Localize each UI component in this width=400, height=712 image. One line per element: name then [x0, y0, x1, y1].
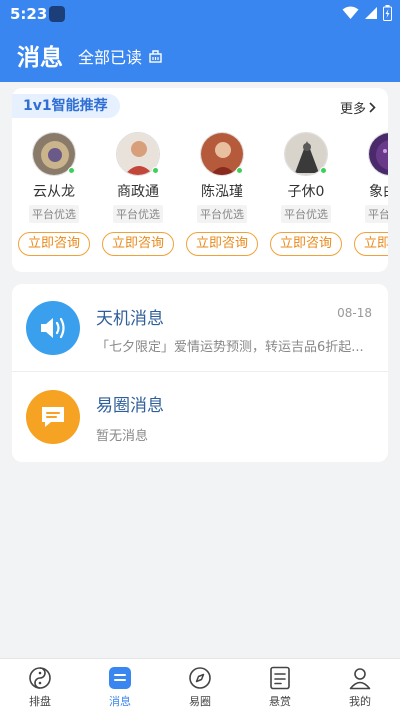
page-title: 消息 [17, 45, 63, 71]
consult-button[interactable]: 立即咨询 [18, 232, 90, 256]
expert-name: 商政通 [117, 184, 159, 200]
more-link[interactable]: 更多 [340, 98, 376, 117]
chevron-right-icon [369, 102, 376, 113]
message-list: 天机消息 08-18 「七夕限定」爱情运势预测，转运吉品6折起... 易圈消息 … [12, 284, 388, 462]
expert-card[interactable]: 云从龙 平台优选 立即咨询 [12, 132, 96, 260]
mark-all-read-button[interactable]: 全部已读 [78, 44, 163, 68]
speaker-icon [26, 301, 80, 355]
message-preview: 「七夕限定」爱情运势预测，转运吉品6折起... [96, 340, 364, 355]
tab-label: 悬赏 [269, 695, 291, 708]
consult-button[interactable]: 立即咨询 [270, 232, 342, 256]
expert-card[interactable]: 子休0 平台优选 立即咨询 [264, 132, 348, 260]
tab-label: 排盘 [29, 695, 51, 708]
status-icons [342, 5, 392, 21]
expert-card[interactable]: 陈泓瑾 平台优选 立即咨询 [180, 132, 264, 260]
app-icon [49, 6, 65, 22]
signal-icon [365, 7, 377, 19]
clear-icon [149, 49, 162, 63]
recommend-card: 1v1智能推荐 更多 云从龙 平台优选 立即咨询 商政通 平台优选 立即咨询 陈… [12, 88, 388, 272]
tab-label: 我的 [349, 695, 371, 708]
wifi-icon [342, 6, 359, 19]
online-status-dot [320, 167, 327, 174]
expert-tag: 平台优选 [281, 205, 331, 223]
message-title: 天机消息 [96, 309, 164, 329]
reward-icon [270, 666, 290, 690]
avatar[interactable] [368, 132, 388, 176]
message-title: 易圈消息 [96, 396, 164, 416]
expert-tag: 平台优选 [197, 205, 247, 223]
bottom-tab-bar: 排盘 消息 易圈 悬赏 我的 [0, 658, 400, 712]
profile-icon [349, 668, 371, 690]
header: 消息 全部已读 [0, 28, 400, 82]
tab-reward[interactable]: 悬赏 [240, 659, 320, 712]
yin-yang-icon [29, 667, 51, 689]
expert-card[interactable]: 商政通 平台优选 立即咨询 [96, 132, 180, 260]
online-status-dot [236, 167, 243, 174]
expert-name: 象由心 [369, 184, 388, 200]
expert-tag: 平台优选 [113, 205, 163, 223]
compass-icon [189, 667, 211, 689]
battery-icon [383, 5, 392, 21]
tab-label: 易圈 [189, 695, 211, 708]
message-preview: 暂无消息 [96, 429, 149, 444]
mark-all-read-label: 全部已读 [78, 48, 143, 67]
expert-tag: 平台优选 [29, 205, 79, 223]
expert-card[interactable]: 象由心 平台优选 立即咨询 [348, 132, 388, 260]
tab-label: 消息 [109, 695, 131, 708]
tab-paipan[interactable]: 排盘 [0, 659, 80, 712]
expert-name: 子休0 [287, 184, 325, 200]
tab-messages[interactable]: 消息 [80, 659, 160, 712]
status-time: 5:23 [10, 5, 48, 23]
message-item-tianji[interactable]: 天机消息 08-18 「七夕限定」爱情运势预测，转运吉品6折起... [12, 284, 388, 372]
tab-yiquan[interactable]: 易圈 [160, 659, 240, 712]
consult-button[interactable]: 立即咨询 [102, 232, 174, 256]
status-bar: 5:23 [0, 0, 400, 28]
expert-name: 陈泓瑾 [201, 184, 243, 200]
more-label: 更多 [339, 102, 366, 117]
tab-profile[interactable]: 我的 [320, 659, 400, 712]
expert-tag: 平台优选 [365, 205, 388, 223]
chat-icon [26, 390, 80, 444]
consult-button[interactable]: 立即咨询 [354, 232, 388, 256]
recommend-title: 1v1智能推荐 [12, 94, 120, 118]
online-status-dot [152, 167, 159, 174]
message-item-yiquan[interactable]: 易圈消息 暂无消息 [12, 373, 388, 461]
expert-name: 云从龙 [33, 184, 75, 200]
expert-list[interactable]: 云从龙 平台优选 立即咨询 商政通 平台优选 立即咨询 陈泓瑾 平台优选 立即咨… [12, 132, 388, 262]
consult-button[interactable]: 立即咨询 [186, 232, 258, 256]
message-icon [109, 667, 131, 689]
message-time: 08-18 [337, 306, 372, 320]
online-status-dot [68, 167, 75, 174]
